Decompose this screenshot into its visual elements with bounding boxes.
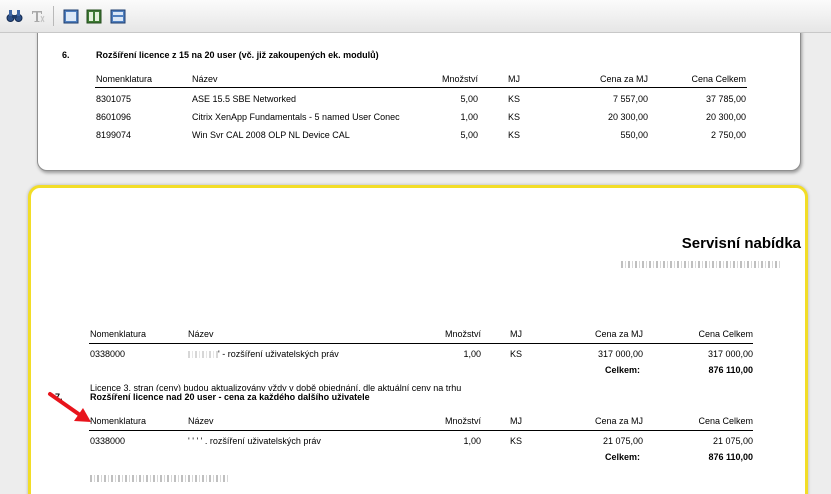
column-header-total-price: Cena Celkem: [698, 329, 753, 339]
cell-total-price: 21 075,00: [712, 436, 753, 446]
section-number: 6.: [62, 50, 70, 60]
cell-nomenclature: 0338000: [90, 349, 126, 359]
redacted-text: [90, 475, 230, 482]
section-title: Rozšíření licence nad 20 user - cena za …: [90, 392, 370, 402]
note-text: Licence 3. stran (ceny) budou aktualizov…: [90, 383, 462, 391]
column-header-total-price: Cena Celkem: [698, 416, 753, 426]
cell-quantity: 1,00: [460, 112, 478, 122]
red-arrow-icon: [48, 392, 91, 422]
cell-name: ASE 15.5 SBE Networked: [192, 94, 297, 104]
column-header-unit-price: Cena za MJ: [594, 329, 643, 339]
cell-name: ' - rozšíření uživatelských práv: [218, 349, 339, 359]
column-header-quantity: Množství: [444, 329, 481, 339]
cell-unit-price: 7 557,00: [612, 94, 648, 104]
column-header-quantity: Množství: [444, 416, 481, 426]
column-header-unit: MJ: [508, 74, 520, 84]
cell-unit: KS: [508, 94, 521, 104]
cell-nomenclature: 8601096: [96, 112, 132, 122]
cell-unit: KS: [508, 112, 521, 122]
cell-unit-price: 20 300,00: [607, 112, 648, 122]
cell-unit-price: 317 000,00: [597, 349, 643, 359]
column-header-unit-price: Cena za MJ: [599, 74, 648, 84]
single-page-icon[interactable]: [61, 7, 80, 25]
cell-total-price: 2 750,00: [710, 130, 746, 140]
table-header-rule: [89, 430, 753, 431]
cell-quantity: 1,00: [463, 349, 481, 359]
cell-total-price: 317 000,00: [707, 349, 753, 359]
column-header-nomenclature: Nomenklatura: [96, 74, 153, 84]
table-header-rule: [95, 87, 747, 88]
cell-quantity: 1,00: [463, 436, 481, 446]
total-label: Celkem:: [605, 452, 641, 462]
cell-nomenclature: 8301075: [96, 94, 132, 104]
cell-name: ' ' ' ' . rozšíření uživatelských práv: [188, 436, 321, 446]
cell-quantity: 5,00: [460, 130, 478, 140]
cell-name: Win Svr CAL 2008 OLP NL Device CAL: [192, 130, 350, 140]
cell-total-price: 37 785,00: [705, 94, 746, 104]
document-page-1: 6. Rozšíření licence z 15 na 20 user (vč…: [37, 33, 801, 171]
find-icon[interactable]: [5, 7, 24, 25]
column-header-nomenclature: Nomenklatura: [90, 416, 147, 426]
column-header-nomenclature: Nomenklatura: [90, 329, 147, 339]
cell-total-price: 20 300,00: [705, 112, 746, 122]
total-value: 876 110,00: [708, 452, 753, 462]
facing-pages-icon[interactable]: [84, 7, 103, 25]
toolbar: [0, 0, 831, 33]
redacted-text: [621, 261, 781, 268]
cell-name: Citrix XenApp Fundamentals - 5 named Use…: [192, 112, 400, 122]
table-header-rule: [89, 343, 753, 344]
redacted-text: [188, 351, 218, 358]
document-viewer[interactable]: 6. Rozšíření licence z 15 na 20 user (vč…: [0, 33, 831, 494]
column-header-unit: MJ: [510, 416, 522, 426]
column-header-name: Název: [188, 416, 214, 426]
column-header-quantity: Množství: [441, 74, 478, 84]
cell-unit: KS: [510, 436, 523, 446]
continuous-pages-icon[interactable]: [108, 7, 127, 25]
column-header-name: Název: [188, 329, 214, 339]
total-label: Celkem:: [605, 365, 641, 375]
cell-quantity: 5,00: [460, 94, 478, 104]
column-header-name: Název: [192, 74, 218, 84]
cell-unit: KS: [510, 349, 523, 359]
document-page-2: Servisní nabídka Nomenklatura Název Množ…: [28, 185, 808, 494]
page-title: Servisní nabídka: [681, 235, 801, 252]
cell-nomenclature: 0338000: [90, 436, 126, 446]
column-header-total-price: Cena Celkem: [691, 74, 746, 84]
total-value: 876 110,00: [708, 365, 753, 375]
cell-unit-price: 21 075,00: [602, 436, 643, 446]
section-title: Rozšíření licence z 15 na 20 user (vč. j…: [96, 50, 379, 60]
toolbar-separator: [53, 6, 54, 26]
cell-nomenclature: 8199074: [96, 130, 132, 140]
column-header-unit: MJ: [510, 329, 522, 339]
cell-unit-price: 550,00: [620, 130, 648, 140]
text-select-icon[interactable]: [28, 7, 47, 25]
column-header-unit-price: Cena za MJ: [594, 416, 643, 426]
cell-unit: KS: [508, 130, 521, 140]
